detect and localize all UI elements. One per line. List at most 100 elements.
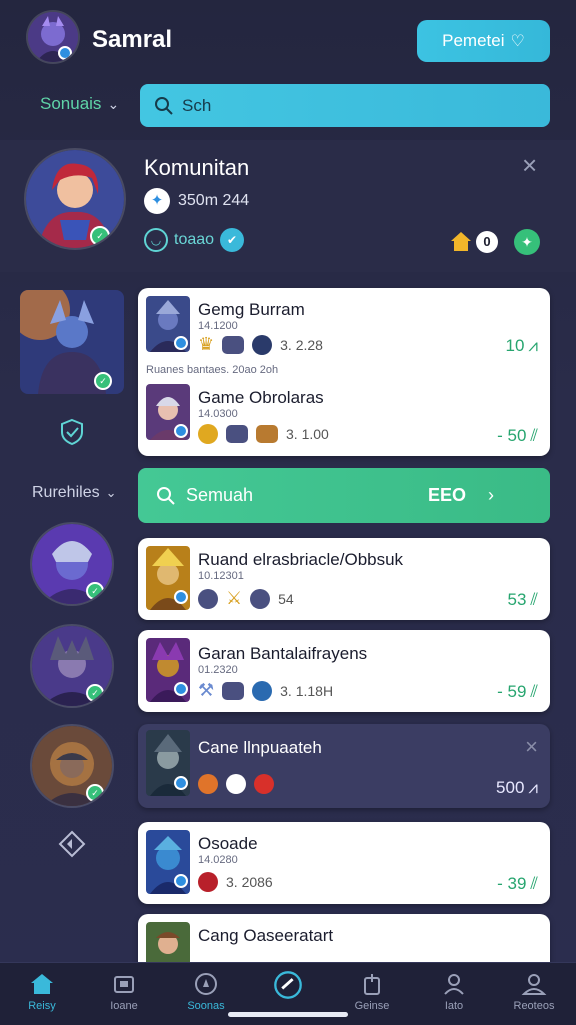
game-score: - 50 ⫽ [497,426,538,446]
game-thumbnail [146,638,190,702]
header-action-button[interactable]: Pemetei ♡ [417,20,550,62]
game-meta-row: 3. 2086 [198,872,273,892]
online-badge: ✓ [86,684,104,702]
tab-soonas[interactable]: Soonas [166,968,246,1012]
game-date: 10.12301 [198,570,244,582]
game-thumbnail [146,296,190,352]
home-count-badge: 0 [476,231,498,253]
globe-icon [252,680,273,701]
signal-icon: ⫽ [530,426,538,445]
online-badge: ✓ [94,372,112,390]
game-title: Cang Oaseeratart [198,926,334,945]
game-date: 01.2320 [198,664,238,676]
trend-icon: ⩘ [528,336,538,355]
game-meta: 3. 2086 [226,874,273,890]
chevron-down-icon: ⌄ [105,485,117,500]
game-date: 14.0280 [198,854,238,866]
game-title: Gemg Burram [198,300,305,319]
tab-label: Soonas [187,1000,225,1012]
game-score-value: 500 [496,778,525,797]
game-note: Ruanes bantaes. 20ao 2oh [146,364,279,376]
game-thumbnail [146,730,190,796]
player-avatar-2[interactable]: ✓ [32,626,112,706]
search-icon [157,486,175,505]
community-tag: toaao [174,231,215,248]
game-meta: 3. 1.00 [286,426,329,442]
online-badge: ✓ [86,784,104,802]
ruby-icon [198,872,218,892]
tab-ioane[interactable]: Ioane [84,968,164,1012]
chest-icon [256,425,278,443]
leaf-icon: ✔ [220,228,245,252]
community-stats: 350m 244 [178,192,250,209]
game-card[interactable]: Ruand elrasbriacle/Obbsuk 10.12301 ⚔ 54 … [138,538,550,620]
tab-label: Reoteos [513,1000,555,1012]
search-icon [155,96,173,115]
member-search-bar[interactable]: Semuah EEO › [138,468,550,523]
sword-icon: ⚔ [226,588,243,608]
category-dropdown[interactable]: Sonuais ⌄ [40,94,119,114]
community-stat-row: ✦ 350m 244 [144,188,249,214]
tab-geinse[interactable]: Geinse [332,968,412,1012]
coin-icon [198,424,218,444]
close-icon[interactable]: × [522,150,537,181]
tab-reoteos[interactable]: Reoteos [494,968,574,1012]
game-thumbnail [146,546,190,610]
tab-label: Ioane [110,1000,138,1012]
badge-icon [250,588,271,609]
close-icon[interactable]: × [525,734,538,760]
shield-check-icon[interactable] [58,418,86,446]
section-dropdown-label: Rurehiles [32,484,100,501]
diamond-icon[interactable] [58,830,86,858]
compass-icon [195,973,217,995]
profile-icon [521,974,547,995]
user-avatar[interactable] [28,12,78,62]
online-badge: ✓ [86,582,104,600]
level-badge [58,46,72,60]
clock-icon [226,774,246,794]
fire-icon [198,774,218,794]
game-card-highlighted[interactable]: Cane llnpuaateh 500 ⩘ × [138,724,550,808]
username: Samral [92,26,173,53]
signal-icon: ⫽ [530,590,538,609]
game-title: Cane llnpuaateh [198,738,322,757]
tab-home[interactable]: Reisy [2,968,82,1012]
home-count: 0 [483,234,491,249]
game-score: 500 ⩘ [496,778,538,798]
game-title: Game Obrolaras [198,388,324,407]
game-score: 10 ⩘ [505,336,538,356]
search-placeholder: Sch [182,95,212,115]
search-input[interactable]: Sch [140,84,550,127]
home-icon[interactable] [450,230,472,252]
player-avatar-1[interactable]: ✓ [32,524,112,604]
tab-center[interactable] [248,968,328,1004]
game-title: Osoade [198,834,258,853]
community-title: Komunitan [144,155,250,180]
category-dropdown-label: Sonuais [40,94,102,113]
game-card[interactable]: Osoade 14.0280 3. 2086 - 39 ⫽ [138,822,550,904]
check-circle-icon [274,971,302,999]
game-meta-row: 3. 1.00 [198,424,329,444]
community-avatar[interactable]: ✓ [26,150,124,248]
game-card-group[interactable]: Gemg Burram 14.1200 ♛ 3. 2.28 10 ⩘ Ruane… [138,288,550,456]
tab-label: Reisy [28,1000,56,1012]
star-icon[interactable]: ✦ [514,229,540,255]
person-icon [444,974,464,995]
tab-label: Iato [444,1000,464,1012]
controller-icon [222,335,245,354]
shield-icon: ◡ [144,228,168,252]
game-thumbnail [146,384,190,440]
game-card[interactable]: Garan Bantalaifrayens 01.2320 ⚒ 3. 1.18H… [138,630,550,712]
game-score: 53 ⫽ [507,590,538,610]
game-score: - 39 ⫽ [497,874,538,894]
game-score-value: - 39 [497,874,527,893]
game-title: Ruand elrasbriacle/Obbsuk [198,550,404,569]
section-dropdown[interactable]: Rurehiles ⌄ [32,484,117,502]
game-score-value: 53 [507,590,527,609]
player-avatar-3[interactable]: ✓ [32,726,112,806]
game-meta-row: ⚒ 3. 1.18H [198,680,333,701]
card-icon [114,976,134,993]
tab-iato[interactable]: Iato [414,968,494,1012]
hero-portrait[interactable]: ✓ [20,290,124,394]
controller-icon [226,425,248,443]
